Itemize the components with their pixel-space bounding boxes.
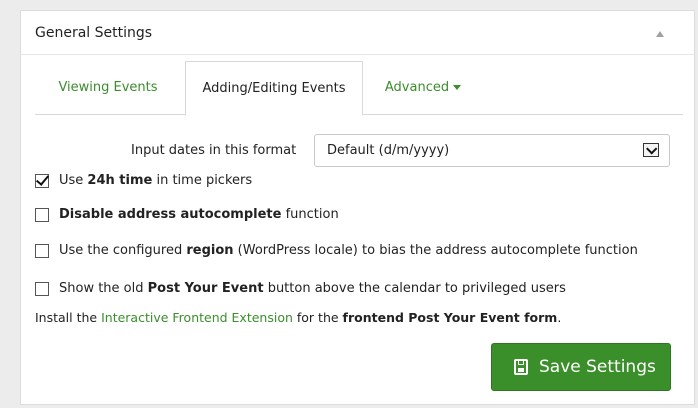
- checkbox-post-your-event[interactable]: [35, 282, 49, 296]
- save-button-label: Save Settings: [539, 357, 656, 377]
- panel-title: General Settings: [35, 25, 153, 41]
- install-extension-note: Install the Interactive Frontend Extensi…: [35, 310, 562, 325]
- tab-label: Adding/Editing Events: [202, 81, 346, 96]
- tab-label: Advanced: [384, 80, 450, 95]
- option-label: Disable address autocomplete function: [59, 207, 339, 222]
- tab-adding-editing-events[interactable]: Adding/Editing Events: [185, 61, 363, 116]
- triangle-up-icon[interactable]: [656, 31, 664, 37]
- option-label: Use the configured region (WordPress loc…: [59, 243, 638, 258]
- checkbox-region-bias[interactable]: [35, 244, 49, 258]
- checkbox-24h-time[interactable]: [35, 174, 49, 188]
- floppy-disk-icon: [514, 359, 528, 375]
- interactive-frontend-extension-link[interactable]: Interactive Frontend Extension: [101, 310, 293, 325]
- date-format-label: Input dates in this format: [131, 143, 297, 158]
- option-label: Show the old Post Your Event button abov…: [59, 281, 566, 296]
- checkbox-disable-autocomplete[interactable]: [35, 208, 49, 222]
- settings-tabs: Viewing Events Adding/Editing Events Adv…: [35, 61, 683, 116]
- date-format-select[interactable]: Default (d/m/yyyy): [314, 134, 670, 167]
- option-label: Use 24h time in time pickers: [59, 173, 253, 188]
- tab-advanced[interactable]: Advanced: [373, 61, 473, 115]
- tab-viewing-events[interactable]: Viewing Events: [43, 61, 173, 115]
- tab-label: Viewing Events: [58, 80, 158, 95]
- select-value: Default (d/m/yyyy): [327, 143, 450, 158]
- save-settings-button[interactable]: Save Settings: [491, 343, 671, 391]
- chevron-down-icon: [643, 143, 659, 157]
- caret-down-icon: [453, 85, 462, 90]
- panel-header[interactable]: General Settings: [21, 11, 694, 55]
- general-settings-panel: General Settings Viewing Events Adding/E…: [20, 10, 695, 405]
